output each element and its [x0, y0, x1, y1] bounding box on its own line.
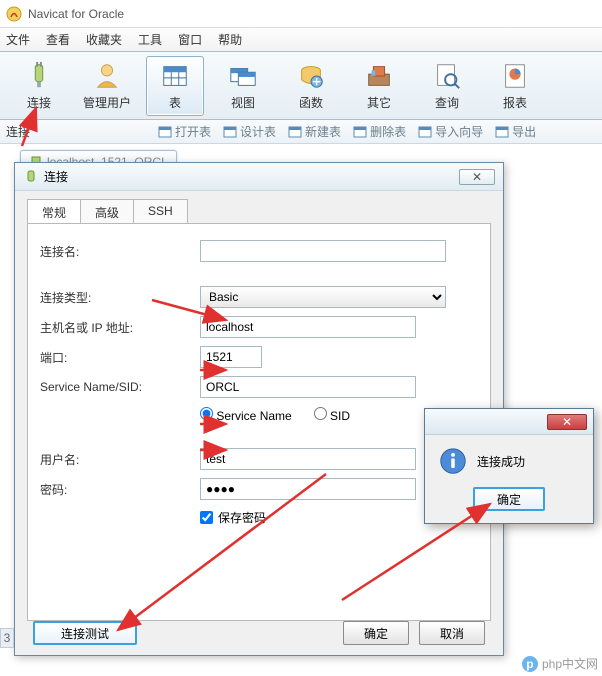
new-icon — [288, 125, 302, 139]
ribbon-users-label: 管理用户 — [83, 94, 131, 111]
message-box: ✕ 连接成功 确定 — [424, 408, 594, 524]
plug-small-icon — [23, 169, 39, 185]
user-icon — [91, 60, 123, 92]
ribbon-function-label: 函数 — [299, 94, 323, 111]
test-connection-button[interactable]: 连接测试 — [33, 621, 137, 645]
query-icon — [431, 60, 463, 92]
close-icon: ✕ — [562, 415, 572, 429]
radio-sid[interactable]: SID — [314, 407, 350, 423]
label-service-sid: Service Name/SID: — [40, 380, 200, 394]
select-conn-type[interactable]: Basic — [200, 286, 446, 308]
radio-service-name[interactable]: Service Name — [200, 407, 292, 423]
other-icon — [363, 60, 395, 92]
menu-favorites[interactable]: 收藏夹 — [86, 31, 122, 48]
input-user[interactable] — [200, 448, 416, 470]
label-save-password: 保存密码 — [218, 509, 266, 526]
ribbon-other-label: 其它 — [367, 94, 391, 111]
sub-toolbar: 连接 打开表 设计表 新建表 删除表 导入向导 导出 — [0, 120, 602, 144]
checkbox-save-password[interactable] — [200, 511, 213, 524]
label-host: 主机名或 IP 地址: — [40, 319, 200, 336]
input-port[interactable] — [200, 346, 262, 368]
section-label: 连接 — [6, 123, 30, 140]
ribbon-query[interactable]: 查询 — [418, 56, 476, 116]
label-user: 用户名: — [40, 451, 200, 468]
tab-general[interactable]: 常规 — [27, 199, 81, 223]
table-icon — [159, 60, 191, 92]
radio-service-name-input[interactable] — [200, 407, 213, 420]
ribbon-report-label: 报表 — [503, 94, 527, 111]
message-box-text: 连接成功 — [477, 453, 525, 470]
ribbon-function[interactable]: 函数 — [282, 56, 340, 116]
menu-window[interactable]: 窗口 — [178, 31, 202, 48]
label-conn-type: 连接类型: — [40, 289, 200, 306]
input-service[interactable] — [200, 376, 416, 398]
function-icon — [295, 60, 327, 92]
label-port: 端口: — [40, 349, 200, 366]
new-table-button[interactable]: 新建表 — [284, 123, 345, 140]
ribbon-query-label: 查询 — [435, 94, 459, 111]
watermark: p php中文网 — [522, 655, 598, 672]
export-wizard-button[interactable]: 导出 — [491, 123, 540, 140]
ribbon-report[interactable]: 报表 — [486, 56, 544, 116]
ribbon-toolbar: 连接 管理用户 表 视图 函数 其它 查询 报表 — [0, 52, 602, 120]
import-icon — [418, 125, 432, 139]
open-table-button[interactable]: 打开表 — [154, 123, 215, 140]
ribbon-connect[interactable]: 连接 — [10, 56, 68, 116]
import-wizard-button[interactable]: 导入向导 — [414, 123, 487, 140]
menu-view[interactable]: 查看 — [46, 31, 70, 48]
ok-button[interactable]: 确定 — [343, 621, 409, 645]
cancel-button[interactable]: 取消 — [419, 621, 485, 645]
delete-table-button[interactable]: 删除表 — [349, 123, 410, 140]
delete-icon — [353, 125, 367, 139]
ribbon-other[interactable]: 其它 — [350, 56, 408, 116]
ribbon-connect-label: 连接 — [27, 94, 51, 111]
left-panel-collapse[interactable]: 3 — [0, 628, 14, 648]
tab-advanced[interactable]: 高级 — [80, 199, 134, 223]
label-password: 密码: — [40, 481, 200, 498]
input-password[interactable] — [200, 478, 416, 500]
ribbon-users[interactable]: 管理用户 — [78, 56, 136, 116]
tab-ssh[interactable]: SSH — [133, 199, 188, 223]
ribbon-view[interactable]: 视图 — [214, 56, 272, 116]
dialog-title: 连接 — [44, 168, 68, 185]
ribbon-table-label: 表 — [169, 94, 181, 111]
menu-tools[interactable]: 工具 — [138, 31, 162, 48]
message-box-ok-button[interactable]: 确定 — [473, 487, 545, 511]
message-box-close-button[interactable]: ✕ — [547, 414, 587, 430]
menu-file[interactable]: 文件 — [6, 31, 30, 48]
export-icon — [495, 125, 509, 139]
close-icon: ✕ — [472, 170, 482, 184]
window-title-bar: Navicat for Oracle — [0, 0, 602, 28]
menu-help[interactable]: 帮助 — [218, 31, 242, 48]
view-icon — [227, 60, 259, 92]
watermark-text: php中文网 — [542, 655, 598, 672]
dialog-button-bar: 连接测试 确定 取消 — [15, 621, 503, 645]
table-small-icon — [158, 125, 172, 139]
menu-bar: 文件 查看 收藏夹 工具 窗口 帮助 — [0, 28, 602, 52]
label-conn-name: 连接名: — [40, 243, 200, 260]
window-title: Navicat for Oracle — [28, 7, 124, 21]
design-table-button[interactable]: 设计表 — [219, 123, 280, 140]
php-icon: p — [522, 656, 538, 672]
dialog-tab-strip: 常规 高级 SSH — [15, 197, 503, 223]
message-box-title-bar[interactable]: ✕ — [425, 409, 593, 435]
radio-sid-input[interactable] — [314, 407, 327, 420]
dialog-title-bar[interactable]: 连接 ✕ — [15, 163, 503, 191]
info-icon — [439, 447, 467, 475]
ribbon-table[interactable]: 表 — [146, 56, 204, 116]
input-host[interactable] — [200, 316, 416, 338]
report-icon — [499, 60, 531, 92]
tab-panel-general: 连接名: 连接类型: Basic 主机名或 IP 地址: 端口: Service… — [27, 223, 491, 621]
app-icon — [6, 6, 22, 22]
ribbon-view-label: 视图 — [231, 94, 255, 111]
plug-icon — [23, 60, 55, 92]
dialog-close-button[interactable]: ✕ — [459, 169, 495, 185]
design-icon — [223, 125, 237, 139]
input-conn-name[interactable] — [200, 240, 446, 262]
